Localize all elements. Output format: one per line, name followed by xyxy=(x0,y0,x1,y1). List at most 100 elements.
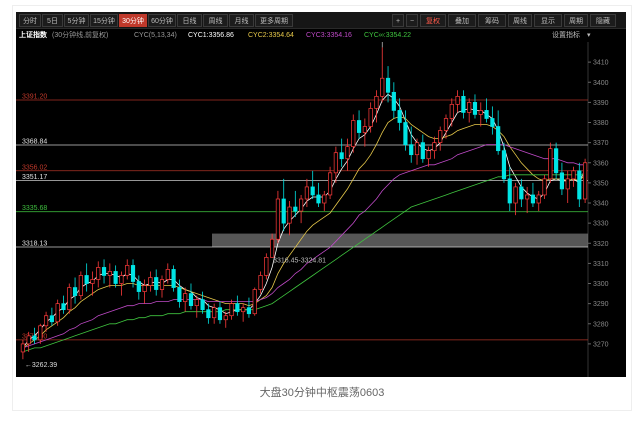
candle-body-68 xyxy=(414,142,420,156)
candle-body-77 xyxy=(467,102,472,113)
candle-body-26 xyxy=(171,269,176,288)
candle-body-27 xyxy=(177,287,182,302)
series-line-cyc2 xyxy=(22,116,586,349)
y-tick-label-2: 3290 xyxy=(593,301,609,308)
period-tab-8[interactable]: 月线 xyxy=(229,14,254,27)
candle-body-96 xyxy=(577,170,582,200)
period-tab-1[interactable]: 5日 xyxy=(42,14,63,27)
candle-body-56 xyxy=(345,146,350,160)
candle-body-86 xyxy=(519,186,524,200)
period-tab-0[interactable]: 分时 xyxy=(19,14,41,27)
candle-body-47 xyxy=(293,206,298,212)
y-tick-label-6: 3330 xyxy=(593,221,609,228)
candle-body-45 xyxy=(281,198,286,224)
y-tick-label-10: 3370 xyxy=(593,140,609,147)
y-tick-label-0: 3270 xyxy=(593,341,609,348)
cycinf-value: CYC∞:3354.22 xyxy=(364,32,412,39)
candle-body-32 xyxy=(206,309,211,319)
toolbar-button-3[interactable]: 叠加 xyxy=(448,14,476,27)
toolbar-button-8[interactable]: 隐藏 xyxy=(590,14,616,27)
toolbar-button-0[interactable]: + xyxy=(392,14,404,27)
candle-body-69 xyxy=(420,142,425,160)
annotation-label-0: ←3417.31 xyxy=(385,42,417,43)
trading-app: 分时 5日 5分钟 15分钟 30分钟 60分钟 日线 周线 月线 更多周期 + − 复权 叠加 筹码 周线显… xyxy=(16,12,626,377)
toolbar-button-5[interactable]: 周线 xyxy=(508,14,532,27)
toolbar-button-6[interactable]: 显示 xyxy=(534,14,562,27)
candle-body-8 xyxy=(67,287,72,311)
candle-body-50 xyxy=(310,186,315,196)
chevron-down-icon[interactable]: ▾ xyxy=(587,29,591,42)
candle-body-23 xyxy=(154,277,159,290)
period-tab-9[interactable]: 更多周期 xyxy=(255,14,293,27)
candle-body-51 xyxy=(316,194,321,204)
y-tick-label-9: 3360 xyxy=(593,160,609,167)
toolbar-button-4[interactable]: 筹码 xyxy=(478,14,506,27)
indicator-settings-button[interactable]: 设置指标 xyxy=(552,29,580,42)
candle-body-41 xyxy=(258,275,263,290)
period-tab-2[interactable]: 5分钟 xyxy=(64,14,89,27)
candle-body-57 xyxy=(351,120,356,148)
candle-body-12 xyxy=(90,279,95,284)
period-tab-3[interactable]: 15分钟 xyxy=(90,14,118,27)
indicator-info-bar: 上证指数 (30分钟线,前复权) CYC(5,13,34) CYC1:3356.… xyxy=(16,29,626,42)
period-tab-6[interactable]: 日线 xyxy=(177,14,202,27)
candle-body-31 xyxy=(200,299,205,311)
candle-body-71 xyxy=(432,142,437,152)
candle-body-25 xyxy=(165,269,170,280)
candle-body-4 xyxy=(43,315,49,327)
candle-body-89 xyxy=(536,194,541,204)
toolbar-button-1[interactable]: − xyxy=(406,14,418,27)
candle-body-72 xyxy=(438,130,443,143)
candle-body-46 xyxy=(287,206,292,224)
candle-body-75 xyxy=(455,95,460,105)
candle-body-10 xyxy=(78,275,83,296)
candle-body-40 xyxy=(252,289,257,315)
candle-body-64 xyxy=(391,91,396,111)
candle-body-15 xyxy=(107,271,112,276)
candle-body-28 xyxy=(183,293,188,302)
candle-body-14 xyxy=(101,267,107,276)
level-label-0: 3391.20 xyxy=(22,93,47,100)
y-tick-label-14: 3410 xyxy=(593,60,609,67)
candle-body-9 xyxy=(72,287,78,296)
candle-body-97 xyxy=(583,162,588,200)
candle-body-88 xyxy=(530,194,536,204)
y-tick-label-4: 3310 xyxy=(593,261,609,268)
candle-body-13 xyxy=(96,267,101,280)
candle-body-65 xyxy=(397,110,402,123)
index-name[interactable]: 上证指数 xyxy=(19,29,47,42)
period-toolbar: 分时 5日 5分钟 15分钟 30分钟 60分钟 日线 周线 月线 更多周期 + − 复权 叠加 筹码 周线显… xyxy=(16,12,626,29)
candle-body-6 xyxy=(55,303,60,323)
candle-body-91 xyxy=(548,148,553,180)
toolbar-button-7[interactable]: 周期 xyxy=(564,14,588,27)
level-label-1: 3368.84 xyxy=(22,138,47,145)
candle-body-43 xyxy=(270,238,275,258)
y-tick-label-13: 3400 xyxy=(593,80,609,87)
candle-body-39 xyxy=(246,307,252,315)
toolbar-button-2[interactable]: 复权 xyxy=(420,14,446,27)
period-tab-4[interactable]: 30分钟 xyxy=(119,14,147,27)
candle-body-21 xyxy=(142,285,147,292)
candle-body-20 xyxy=(136,281,141,292)
candle-body-82 xyxy=(496,126,501,152)
candle-body-1 xyxy=(26,335,31,345)
candle-body-67 xyxy=(409,144,414,156)
candle-body-44 xyxy=(275,198,281,240)
y-tick-label-8: 3350 xyxy=(593,180,609,187)
candlestick-chart[interactable]: 3270 3280 3290 3300 3310 3320 3330 3340 3350 3360… xyxy=(16,42,626,377)
y-tick-label-5: 3320 xyxy=(593,241,609,248)
period-tab-7[interactable]: 周线 xyxy=(203,14,228,27)
candle-body-0 xyxy=(20,343,25,353)
candle-body-79 xyxy=(478,110,483,115)
candle-body-55 xyxy=(339,152,344,160)
candle-body-5 xyxy=(49,315,54,323)
candle-body-48 xyxy=(299,198,304,212)
candle-body-58 xyxy=(356,120,362,133)
period-tab-5[interactable]: 60分钟 xyxy=(148,14,176,27)
cyc-param[interactable]: CYC(5,13,34) xyxy=(134,29,177,42)
candle-body-16 xyxy=(113,271,118,284)
level-label-4: 3335.68 xyxy=(22,205,47,212)
candle-body-63 xyxy=(385,77,391,93)
candle-body-59 xyxy=(362,126,367,133)
annotation-label-2: ←3262.39 xyxy=(25,362,57,369)
